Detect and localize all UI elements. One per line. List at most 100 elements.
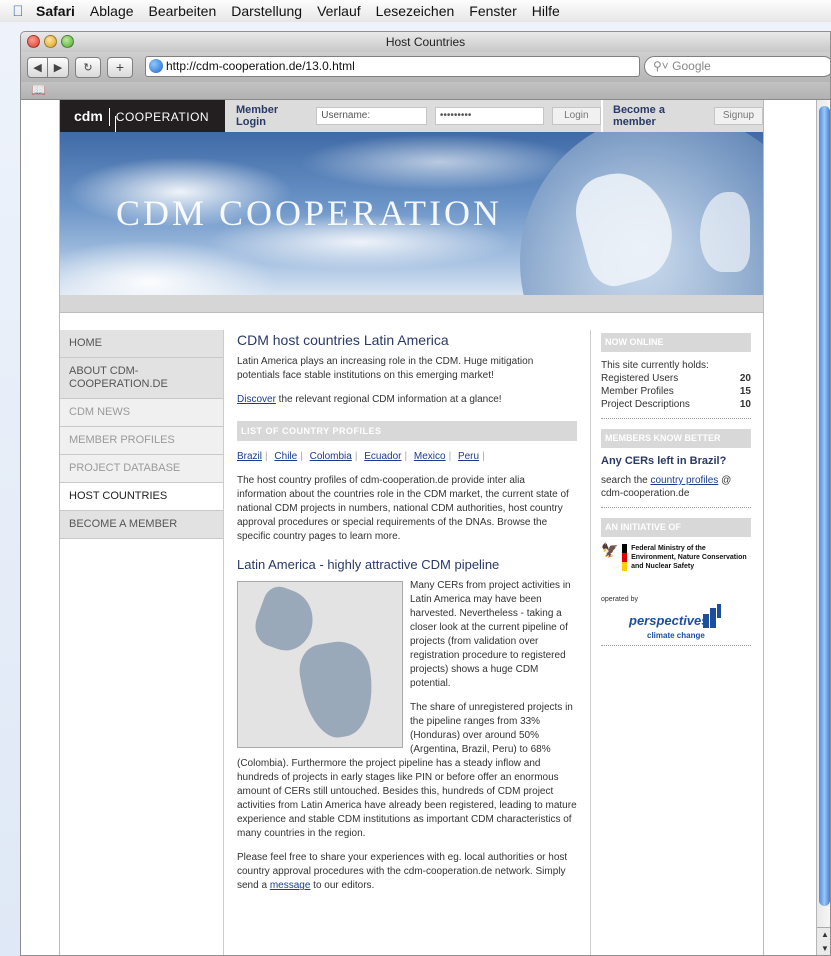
password-field[interactable]: ••••••••• [434, 107, 544, 125]
divider: | [448, 451, 452, 462]
browser-window: Host Countries ◀ ▶ ↻ + http://cdm-cooper… [20, 31, 831, 956]
mark-bar [703, 614, 709, 628]
become-member-label: Become a member [613, 104, 665, 128]
bookmarks-bar: 📖 [21, 82, 830, 100]
password-value: ••••••••• [439, 110, 472, 121]
know-title: Any CERs left in Brazil? [601, 455, 727, 467]
close-button[interactable] [27, 35, 40, 48]
perspectives-sub: climate change [647, 631, 705, 640]
toolbar: ◀ ▶ ↻ + http://cdm-cooperation.de/13.0.h… [21, 52, 830, 82]
perspectives-name: perspectives [629, 613, 709, 628]
nav-item-host-countries[interactable]: HOST COUNTRIES [60, 483, 223, 511]
url-text: http://cdm-cooperation.de/13.0.html [166, 59, 355, 73]
left-navigation: HOME ABOUT CDM-COOPERATION.DE CDM NEWS M… [60, 330, 223, 539]
login-button[interactable]: Login [551, 107, 602, 125]
search-placeholder: Google [672, 59, 711, 73]
german-flag-icon [622, 544, 628, 571]
nav-item-home[interactable]: HOME [60, 330, 223, 358]
country-profiles-link[interactable]: country profiles [650, 475, 718, 486]
nav-item-member-profiles[interactable]: MEMBER PROFILES [60, 427, 223, 455]
scroll-thumb[interactable] [819, 106, 830, 906]
message-link[interactable]: message [270, 880, 311, 891]
address-bar[interactable]: http://cdm-cooperation.de/13.0.html [145, 56, 669, 77]
stat-row: Registered Users 20 [601, 372, 751, 385]
become-member: Become a member Signup [601, 100, 763, 132]
dotted-divider [601, 418, 751, 419]
back-button[interactable]: ◀ [27, 56, 48, 78]
eagle-icon: 🦅 [601, 542, 619, 558]
stat-value: 10 [739, 399, 751, 410]
ministry-logo[interactable]: 🦅 Federal Ministry of the Environment, N… [601, 542, 751, 571]
globe-land-2 [700, 192, 750, 272]
dotted-divider [601, 645, 751, 646]
menu-fenster[interactable]: Fenster [469, 3, 516, 19]
stat-label: Registered Users [601, 373, 679, 384]
reload-button[interactable]: ↻ [75, 56, 101, 78]
flag-red-stripe [622, 553, 628, 562]
zoom-button[interactable] [61, 35, 74, 48]
site-logo[interactable]: cdm COOPERATION [60, 100, 225, 150]
book-icon[interactable]: 📖 [31, 83, 46, 97]
holds-text: This site currently holds: [601, 360, 709, 371]
login-button-label: Login [564, 110, 589, 121]
username-placeholder: Username: [321, 110, 371, 121]
know-text-a: search the [601, 475, 651, 486]
stat-label: Project Descriptions [601, 399, 690, 410]
nav-item-project-database[interactable]: PROJECT DATABASE [60, 455, 223, 483]
perspectives-logo[interactable]: perspectives climate change [629, 604, 751, 640]
country-link-chile[interactable]: Chile [274, 451, 297, 462]
apple-icon[interactable]:  [0, 3, 36, 20]
discover-rest: the relevant regional CDM information at… [275, 394, 502, 405]
right-divider [590, 330, 591, 955]
back-arrow-icon: ◀ [33, 61, 42, 74]
menu-lesezeichen[interactable]: Lesezeichen [376, 3, 455, 19]
header-banner: CDM COOPERATION [60, 132, 763, 295]
country-link-brazil[interactable]: Brazil [237, 451, 262, 462]
search-field[interactable]: ⚲˅ Google [644, 56, 830, 77]
banner-title: CDM COOPERATION [116, 193, 503, 233]
stat-row: Project Descriptions 10 [601, 398, 751, 411]
menu-hilfe[interactable]: Hilfe [532, 3, 560, 19]
titlebar: Host Countries [21, 32, 830, 52]
forward-arrow-icon: ▶ [53, 61, 63, 74]
share-text-b: to our editors. [310, 880, 375, 891]
menu-darstellung[interactable]: Darstellung [231, 3, 302, 19]
perspectives-mark-icon [699, 604, 721, 628]
country-links: Brazil | Chile | Colombia | Ecuador | Mexico… [237, 450, 577, 464]
window-title: Host Countries [385, 35, 466, 49]
nav-buttons: ◀ ▶ [27, 56, 69, 78]
scroll-down-icon[interactable]: ▼ [817, 942, 830, 955]
forward-button[interactable]: ▶ [48, 56, 69, 78]
menu-app-name[interactable]: Safari [36, 3, 75, 19]
menu-verlauf[interactable]: Verlauf [317, 3, 361, 19]
discover-link[interactable]: Discover [237, 394, 276, 405]
username-field[interactable]: Username: [316, 107, 427, 125]
know-text: search the country profiles @ cdm-cooper… [601, 474, 751, 500]
menu-ablage[interactable]: Ablage [90, 3, 134, 19]
country-link-peru[interactable]: Peru [458, 451, 479, 462]
divider: | [300, 451, 303, 462]
divider: | [354, 451, 358, 462]
country-link-colombia[interactable]: Colombia [310, 451, 352, 462]
nav-item-news[interactable]: CDM NEWS [60, 399, 223, 427]
stat-label: Member Profiles [601, 386, 674, 397]
country-link-ecuador[interactable]: Ecuador [364, 451, 401, 462]
latin-america-map [237, 581, 403, 748]
search-icon: ⚲˅ [653, 59, 669, 73]
menu-bearbeiten[interactable]: Bearbeiten [149, 3, 217, 19]
minimize-button[interactable] [44, 35, 57, 48]
site-topbar: cdm COOPERATION Member Login Username: ••… [60, 100, 763, 150]
scroll-up-icon[interactable]: ▲ [817, 928, 830, 942]
nav-item-become-member[interactable]: BECOME A MEMBER [60, 511, 223, 539]
add-bookmark-button[interactable]: + [107, 56, 133, 78]
intro-text: Latin America plays an increasing role i… [237, 356, 534, 381]
share-text: Please feel free to share your experienc… [237, 851, 577, 893]
signup-button[interactable]: Signup [713, 107, 763, 125]
nav-item-about[interactable]: ABOUT CDM-COOPERATION.DE [60, 358, 223, 399]
divider: | [482, 451, 485, 462]
country-link-mexico[interactable]: Mexico [414, 451, 446, 462]
vertical-scrollbar[interactable]: ▲ ▼ [816, 100, 830, 955]
profiles-text: The host country profiles of cdm-coopera… [237, 475, 569, 542]
website: cdm COOPERATION Member Login Username: ••… [59, 100, 764, 955]
scroll-arrows[interactable]: ▲ ▼ [817, 927, 830, 955]
